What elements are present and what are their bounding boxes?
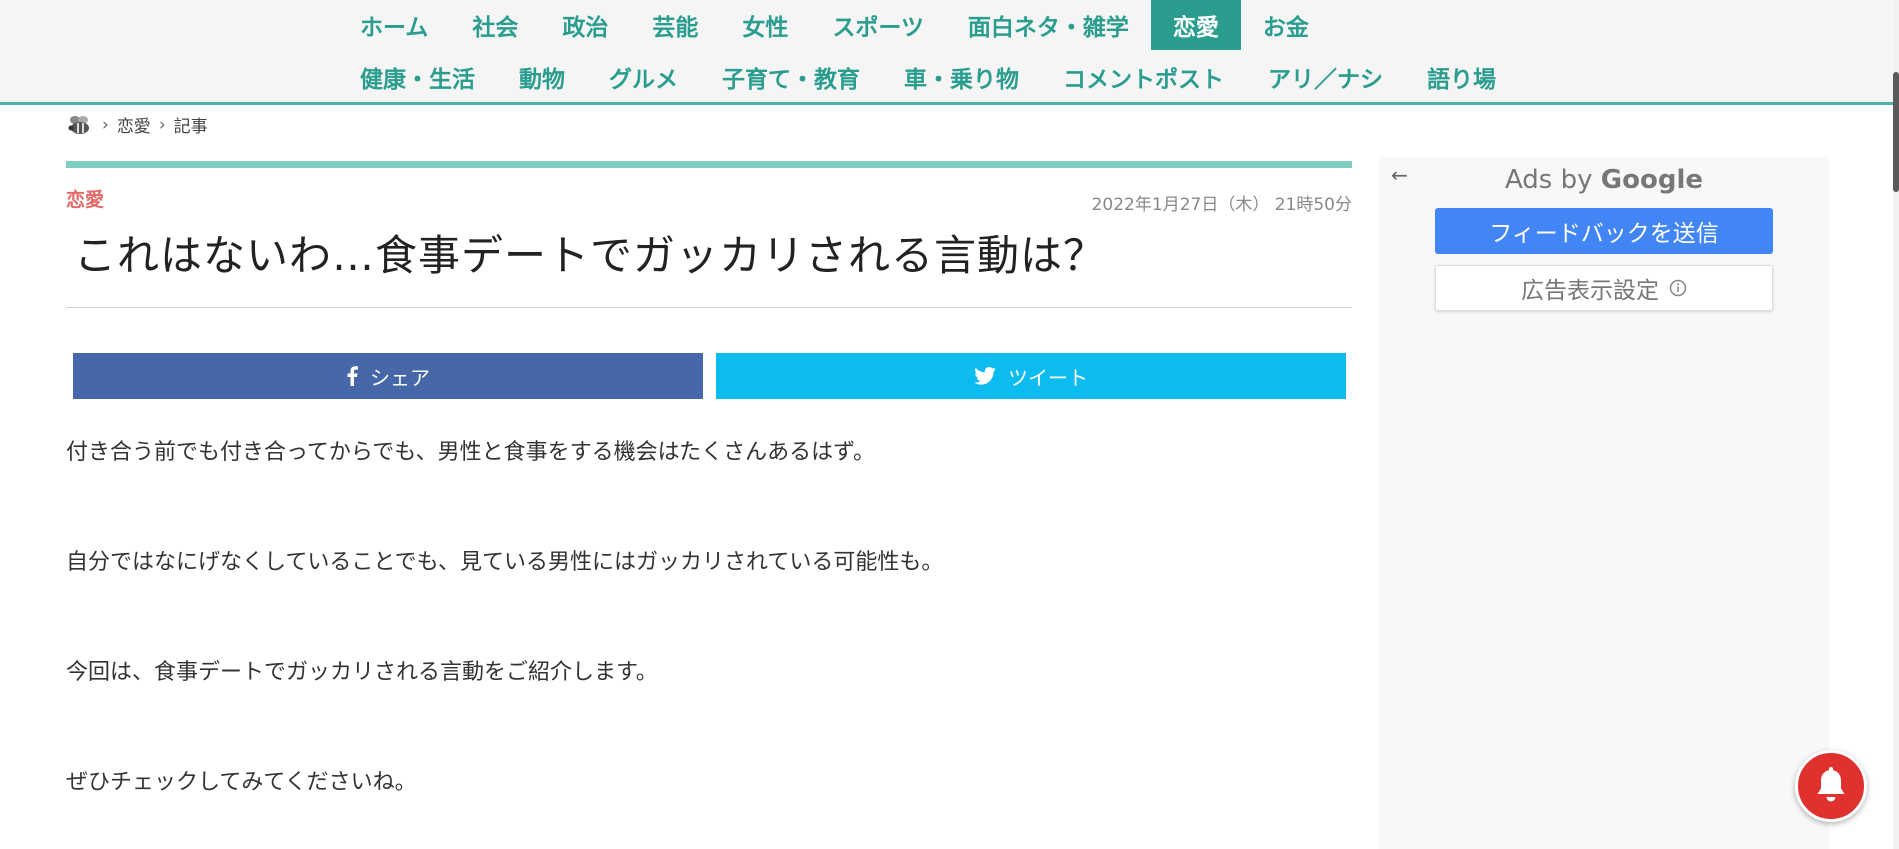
facebook-share-button[interactable]: シェア [73,353,703,399]
nav-item-parenting[interactable]: 子育て・教育 [700,52,882,102]
ad-settings-button[interactable]: 広告表示設定 [1435,265,1773,311]
ad-settings-label: 広告表示設定 [1521,278,1659,304]
nav-item-entertainment[interactable]: 芸能 [630,0,720,50]
twitter-tweet-button[interactable]: ツイート [716,353,1346,399]
twitter-tweet-label: ツイート [1008,365,1088,390]
article-paragraph-1: 付き合う前でも付き合ってからでも、男性と食事をする機会はたくさんあるはず。 [66,440,875,465]
nav-item-kataraba[interactable]: 語り場 [1405,52,1518,102]
nav-item-women[interactable]: 女性 [720,0,810,50]
google-logo: Google [1600,165,1704,195]
nav-item-gourmet[interactable]: グルメ [587,52,700,102]
ad-panel: ← Ads by Google フィードバックを送信 広告表示設定 [1379,157,1829,849]
breadcrumb-separator: › [102,114,109,135]
nav-item-cars[interactable]: 車・乗り物 [882,52,1041,102]
scrollbar-thumb[interactable] [1893,72,1899,192]
ads-by-google: Ads by Google [1379,165,1829,195]
nav-item-ari-nashi[interactable]: アリ／ナシ [1246,52,1405,102]
nav-item-trivia[interactable]: 面白ネタ・雑学 [946,0,1151,50]
nav-item-love[interactable]: 恋愛 [1150,0,1241,50]
article-category[interactable]: 恋愛 [66,185,104,212]
main-nav: ホーム 社会 政治 芸能 女性 スポーツ 面白ネタ・雑学 恋愛 お金 健康・生活… [0,0,1893,105]
article-date: 2022年1月27日（木） 21時50分 [1091,195,1352,215]
breadcrumb-category[interactable]: 恋愛 [117,112,151,137]
facebook-icon [346,366,358,386]
nav-item-money[interactable]: お金 [1241,0,1331,50]
nav-row-1: ホーム 社会 政治 芸能 女性 スポーツ 面白ネタ・雑学 恋愛 お金 [338,0,1331,50]
article-paragraph-4: ぜひチェックしてみてくださいね。 [66,770,417,795]
facebook-share-label: シェア [370,365,430,390]
article-title: これはないわ…食事デートでガッカリされる言動は？ [74,231,1107,280]
nav-item-society[interactable]: 社会 [450,0,540,50]
bee-home-icon[interactable] [66,113,94,137]
article-paragraph-3: 今回は、食事デートでガッカリされる言動をご紹介します。 [66,660,658,685]
nav-item-sports[interactable]: スポーツ [810,0,946,50]
notification-bell-button[interactable] [1795,750,1867,822]
breadcrumb: › 恋愛 › 記事 [66,112,208,137]
nav-item-health[interactable]: 健康・生活 [338,52,497,102]
nav-item-comment-post[interactable]: コメントポスト [1041,52,1246,102]
breadcrumb-current: 記事 [173,117,208,137]
bell-icon [1813,767,1849,805]
nav-item-home[interactable]: ホーム [338,0,450,50]
info-icon [1669,279,1687,297]
article-paragraph-2: 自分ではなにげなくしていることでも、見ている男性にはガッカリされている可能性も。 [66,550,944,575]
nav-row-2: 健康・生活 動物 グルメ 子育て・教育 車・乗り物 コメントポスト アリ／ナシ … [338,52,1518,102]
breadcrumb-separator: › [158,114,166,135]
send-feedback-button[interactable]: フィードバックを送信 [1435,208,1773,254]
nav-item-animals[interactable]: 動物 [497,52,587,102]
ads-by-label: Ads by [1504,165,1593,195]
article-accent-bar [66,161,1352,168]
title-divider [66,307,1352,308]
twitter-icon [974,367,996,385]
nav-item-politics[interactable]: 政治 [540,0,630,50]
